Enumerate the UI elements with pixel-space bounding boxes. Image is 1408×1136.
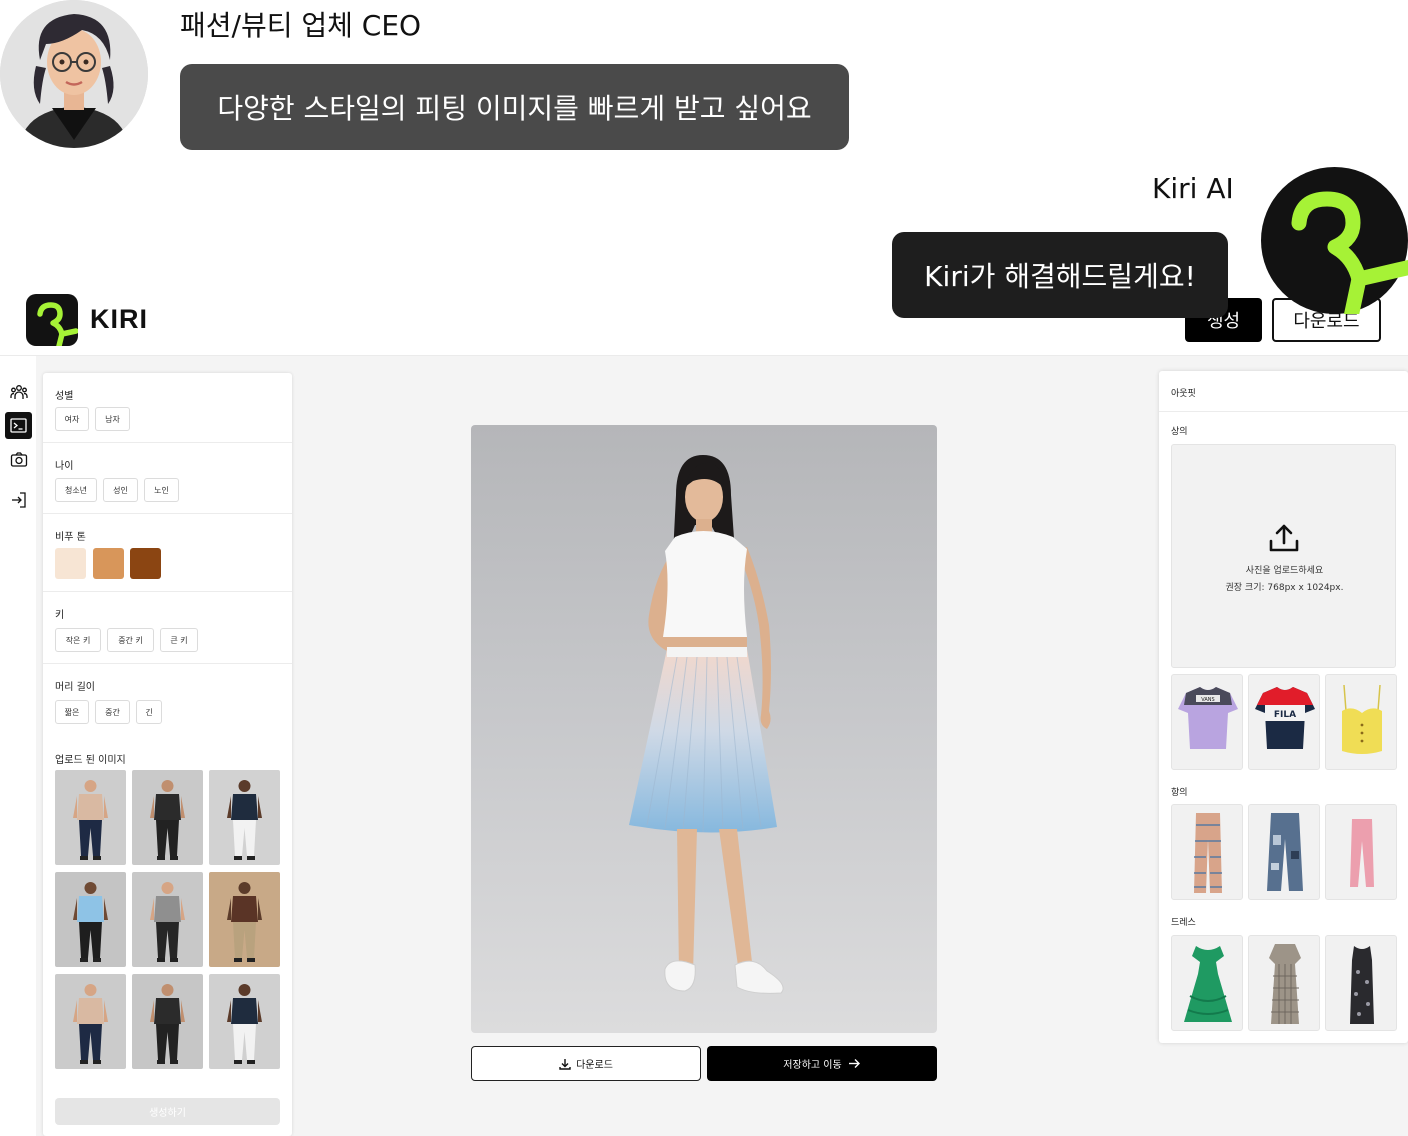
hair-option-short[interactable]: 짧은 — [55, 700, 89, 724]
download-icon — [559, 1058, 571, 1070]
gender-option-male[interactable]: 남자 — [95, 407, 130, 431]
gender-section: 성별 여자 남자 — [43, 373, 292, 443]
fila-text: FILA — [1274, 710, 1296, 720]
kiri-ai-name: Kiri AI — [1152, 172, 1234, 205]
uploaded-image-thumbnail[interactable] — [209, 872, 280, 967]
upload-dropzone[interactable]: 사진을 업로드하세요 권장 크기: 768px x 1024px. — [1171, 444, 1396, 668]
height-option-short[interactable]: 작은 키 — [55, 628, 101, 652]
upload-icon — [1269, 524, 1299, 552]
bottom-item-patterned-pants[interactable] — [1171, 804, 1243, 900]
outfit-panel: 아웃핏 상의 사진을 업로드하세요 권장 크기: 768px x 1024px.… — [1159, 371, 1408, 1043]
create-button[interactable]: 생성하기 — [55, 1098, 280, 1125]
age-section: 나이 청소년 성인 노인 — [43, 443, 292, 514]
dress-item-plaid[interactable] — [1248, 935, 1320, 1031]
top-item-fila-tshirt[interactable]: FILA — [1248, 674, 1320, 770]
height-title: 키 — [55, 610, 65, 621]
ceo-name: 패션/뷰티 업체 CEO — [180, 9, 422, 42]
save-and-move-button[interactable]: 저장하고 이동 — [707, 1046, 937, 1081]
uploaded-image-thumbnail[interactable] — [132, 872, 203, 967]
upload-instruction: 사진을 업로드하세요 — [1245, 566, 1324, 576]
skin-tone-dark[interactable] — [130, 548, 161, 579]
uploaded-image-thumbnail[interactable] — [132, 770, 203, 865]
uploaded-image-thumbnail[interactable] — [55, 770, 126, 865]
ai-message-bubble: Kiri가 해결해드릴게요! — [892, 232, 1228, 318]
hair-option-long[interactable]: 긴 — [136, 700, 162, 724]
skin-tone-medium[interactable] — [93, 548, 124, 579]
hair-length-section: 머리 길이 짧은 중간 긴 — [43, 664, 292, 737]
kiri-logo-icon[interactable] — [26, 294, 78, 346]
gender-option-female[interactable]: 여자 — [55, 407, 89, 431]
bottom-item-pink-jeans[interactable] — [1325, 804, 1397, 900]
top-item-yellow-camisole[interactable] — [1325, 674, 1397, 770]
uploaded-image-thumbnail[interactable] — [209, 974, 280, 1069]
users-icon[interactable] — [5, 378, 32, 405]
icon-rail — [0, 356, 36, 1136]
outfit-title: 아웃핏 — [1171, 389, 1196, 399]
top-item-vans-tshirt[interactable]: VANS — [1171, 674, 1243, 770]
logout-icon[interactable] — [5, 486, 32, 513]
age-title: 나이 — [55, 461, 74, 472]
height-option-medium[interactable]: 중간 키 — [107, 628, 154, 652]
top-label: 상의 — [1171, 427, 1188, 437]
ceo-message-bubble: 다양한 스타일의 피팅 이미지를 빠르게 받고 싶어요 — [180, 64, 849, 150]
uploaded-images-title: 업로드 된 이미지 — [55, 755, 126, 766]
workspace: 성별 여자 남자 나이 청소년 성인 노인 비푸 톤 키 작은 키 중간 키 큰… — [0, 356, 1408, 1136]
skin-tone-section: 비푸 톤 — [43, 514, 292, 592]
skin-tone-light[interactable] — [55, 548, 86, 579]
download-label: 다운로드 — [576, 1060, 613, 1071]
uploaded-image-thumbnail[interactable] — [132, 974, 203, 1069]
skin-tone-title: 비푸 톤 — [55, 532, 86, 543]
uploaded-image-thumbnail[interactable] — [55, 974, 126, 1069]
bottom-item-ripped-jeans[interactable] — [1248, 804, 1320, 900]
ceo-avatar — [0, 0, 148, 148]
arrow-right-icon — [848, 1059, 860, 1068]
camera-icon[interactable] — [5, 446, 32, 473]
age-option-adult[interactable]: 성인 — [103, 478, 138, 502]
uploaded-image-thumbnail[interactable] — [55, 872, 126, 967]
gender-title: 성별 — [55, 391, 74, 402]
dress-label: 드레스 — [1171, 918, 1196, 928]
dress-item-black-floral[interactable] — [1325, 935, 1397, 1031]
logo-text: KIRI — [90, 304, 148, 334]
age-option-teen[interactable]: 청소년 — [55, 478, 97, 502]
download-button[interactable]: 다운로드 — [471, 1046, 701, 1081]
bottom-label: 항의 — [1171, 788, 1188, 798]
upload-size-hint: 권장 크기: 768px x 1024px. — [1225, 583, 1344, 593]
generated-fitting-image — [471, 425, 937, 1033]
hair-option-medium[interactable]: 중간 — [95, 700, 130, 724]
age-option-senior[interactable]: 노인 — [144, 478, 179, 502]
vans-text: VANS — [1201, 697, 1214, 703]
uploaded-image-thumbnail[interactable] — [209, 770, 280, 865]
kiri-ai-avatar — [1261, 167, 1408, 314]
hair-length-title: 머리 길이 — [55, 682, 95, 693]
save-and-move-label: 저장하고 이동 — [783, 1060, 842, 1071]
height-option-tall[interactable]: 큰 키 — [160, 628, 198, 652]
settings-panel: 성별 여자 남자 나이 청소년 성인 노인 비푸 톤 키 작은 키 중간 키 큰… — [43, 373, 292, 1136]
dress-item-green-ruffle[interactable] — [1171, 935, 1243, 1031]
height-section: 키 작은 키 중간 키 큰 키 — [43, 592, 292, 664]
terminal-icon[interactable] — [5, 412, 32, 439]
outfit-panel-header: 아웃핏 — [1159, 371, 1408, 412]
